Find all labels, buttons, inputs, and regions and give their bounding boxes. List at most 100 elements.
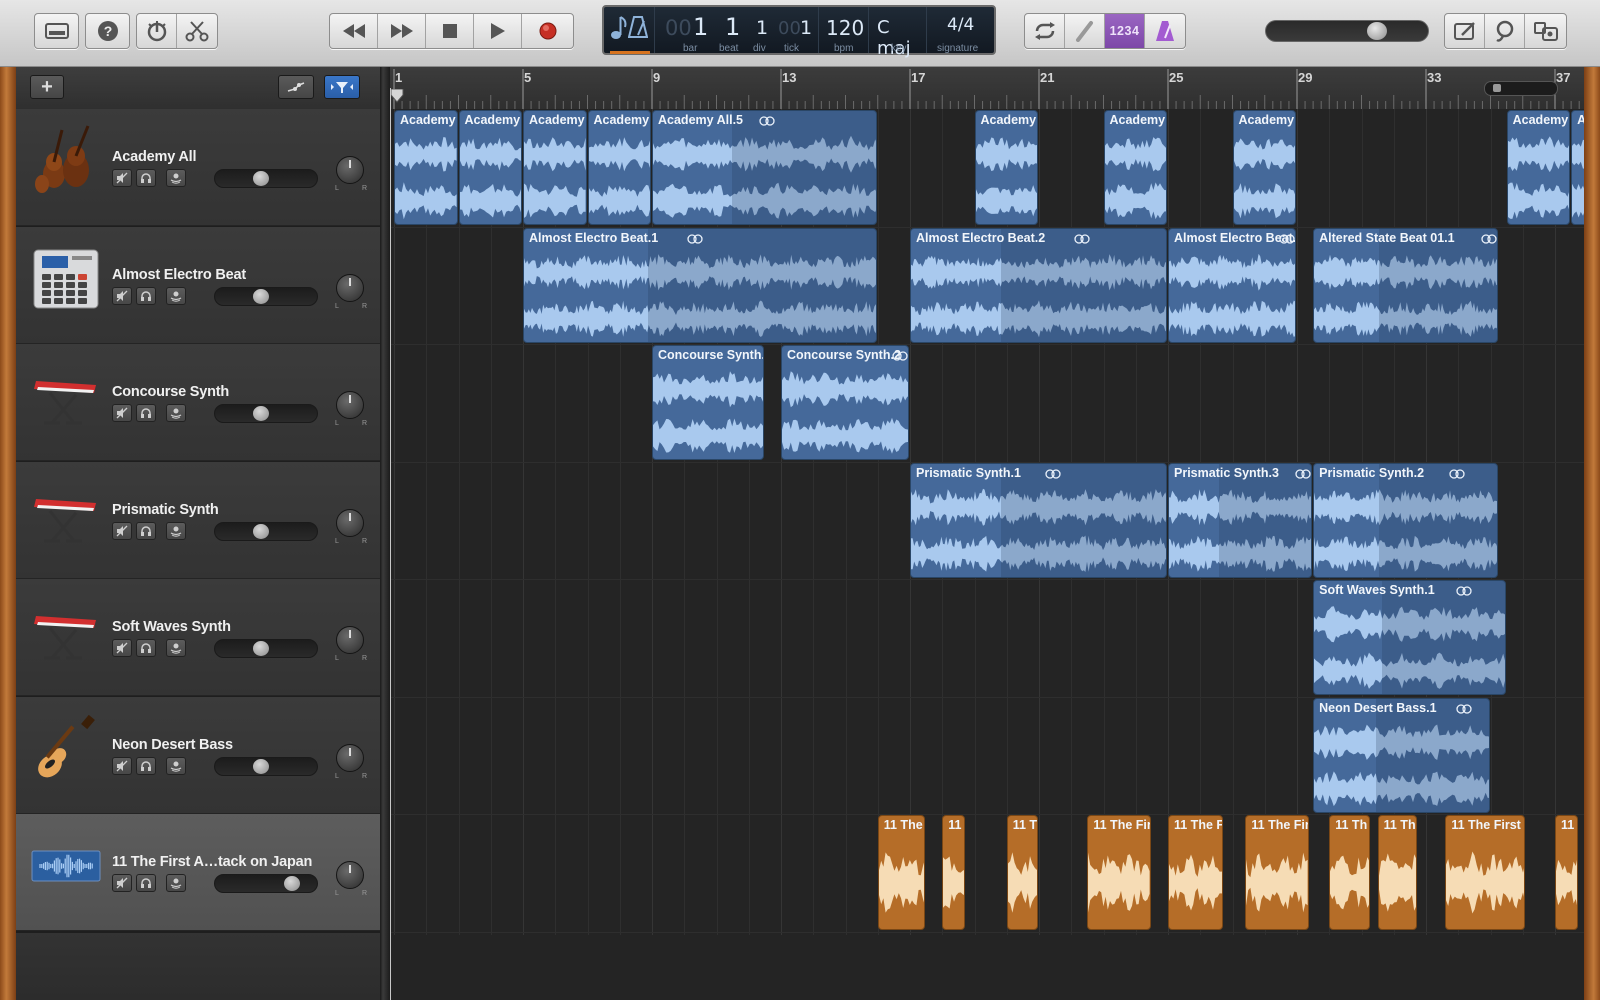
pan-knob[interactable] (336, 156, 364, 184)
track-volume-slider[interactable] (214, 522, 318, 541)
mute-button[interactable] (112, 169, 132, 187)
zoom-slider-thumb[interactable] (1493, 84, 1501, 92)
track-name[interactable]: Soft Waves Synth (112, 619, 231, 635)
region-loop-extension[interactable] (1375, 699, 1489, 812)
editors-button[interactable] (177, 14, 217, 48)
tracks-area[interactable]: Academy Academy Academy Academy Academy All.… (390, 109, 1584, 1000)
smart-controls-button[interactable] (137, 14, 177, 48)
mute-button[interactable] (112, 639, 132, 657)
record-enable-button[interactable] (166, 639, 186, 657)
software-instrument-region[interactable]: A (1571, 110, 1584, 225)
stop-button[interactable] (426, 14, 474, 48)
region-loop-extension[interactable] (1381, 581, 1505, 694)
software-instrument-region[interactable]: Concourse Synth. (652, 345, 764, 460)
loop-browser-button[interactable] (1485, 14, 1525, 48)
track-header[interactable]: Prismatic Synth L R (16, 462, 380, 579)
software-instrument-region[interactable]: Academy (523, 110, 587, 225)
audio-region[interactable]: 11 Th (1377, 815, 1417, 930)
audio-region[interactable]: 11 T (1006, 815, 1038, 930)
track-header[interactable]: Concourse Synth L R (16, 344, 380, 461)
track-volume-slider[interactable] (214, 639, 318, 658)
software-instrument-region[interactable]: Prismatic Synth.1 (910, 463, 1167, 578)
mute-button[interactable] (112, 874, 132, 892)
master-volume-knob[interactable] (1366, 22, 1387, 40)
master-volume-slider[interactable] (1265, 20, 1429, 42)
record-enable-button[interactable] (166, 169, 186, 187)
smart-filter-button[interactable] (324, 75, 360, 99)
track-list-divider[interactable] (380, 67, 390, 1000)
track-name[interactable]: Academy All (112, 149, 197, 165)
track-volume-knob[interactable] (283, 876, 300, 891)
add-track-button[interactable]: + (30, 75, 64, 99)
metronome-button[interactable] (1145, 14, 1185, 48)
software-instrument-region[interactable]: Altered State Beat 01.1 (1313, 228, 1498, 343)
audio-region[interactable]: 11 The Fir (1087, 815, 1151, 930)
record-button[interactable] (522, 14, 573, 48)
count-in-button[interactable]: 1234 (1105, 14, 1145, 48)
track-volume-knob[interactable] (252, 171, 269, 186)
track-name[interactable]: Concourse Synth (112, 384, 229, 400)
audio-region[interactable]: 11 (942, 815, 966, 930)
fast-forward-button[interactable] (378, 14, 426, 48)
track-volume-slider[interactable] (214, 757, 318, 776)
audio-region[interactable]: 11 Th (1329, 815, 1371, 930)
software-instrument-region[interactable]: Academy (587, 110, 651, 225)
region-loop-extension[interactable] (1219, 464, 1312, 577)
track-header-empty-area[interactable] (16, 933, 380, 1000)
cycle-button[interactable] (1025, 14, 1065, 48)
pan-knob[interactable] (336, 391, 364, 419)
track-volume-slider[interactable] (214, 287, 318, 306)
software-instrument-region[interactable]: Soft Waves Synth.1 (1313, 580, 1506, 695)
track-name[interactable]: 11 The First A…tack on Japan (112, 854, 312, 870)
track-header[interactable]: 11 The First A…tack on Japan L R (16, 814, 380, 931)
tuner-button[interactable] (1065, 14, 1105, 48)
software-instrument-region[interactable]: Academy (1232, 110, 1296, 225)
solo-button[interactable] (136, 639, 156, 657)
software-instrument-region[interactable]: Academy (974, 110, 1038, 225)
region-loop-extension[interactable] (647, 229, 876, 342)
track-volume-knob[interactable] (252, 289, 269, 304)
track-name[interactable]: Almost Electro Beat (112, 267, 246, 283)
track-header[interactable]: Soft Waves Synth L R (16, 579, 380, 696)
solo-button[interactable] (136, 757, 156, 775)
solo-button[interactable] (136, 874, 156, 892)
software-instrument-region[interactable]: Almost Electro Beat.2 (910, 228, 1167, 343)
track-volume-slider[interactable] (214, 169, 318, 188)
region-loop-extension[interactable] (1000, 229, 1166, 342)
record-enable-button[interactable] (166, 287, 186, 305)
track-volume-knob[interactable] (252, 641, 269, 656)
track-volume-slider[interactable] (214, 874, 318, 893)
record-enable-button[interactable] (166, 522, 186, 540)
region-loop-extension[interactable] (1000, 464, 1166, 577)
software-instrument-region[interactable]: Academy (394, 110, 458, 225)
solo-button[interactable] (136, 522, 156, 540)
lcd-display[interactable]: 00 1 bar 1 beat 1 div 00 1 tick 120 bpm … (602, 5, 996, 59)
library-button[interactable] (35, 14, 78, 48)
audio-region[interactable]: 11 The Fir (1245, 815, 1309, 930)
record-enable-button[interactable] (166, 404, 186, 422)
media-browser-button[interactable] (1525, 14, 1566, 48)
region-loop-extension[interactable] (1378, 229, 1497, 342)
track-header[interactable]: Almost Electro Beat L R (16, 227, 380, 344)
zoom-slider[interactable] (1484, 81, 1558, 96)
pan-knob[interactable] (336, 744, 364, 772)
software-instrument-region[interactable]: Almost Electro Beat.1 (523, 228, 877, 343)
mute-button[interactable] (112, 287, 132, 305)
software-instrument-region[interactable]: Academy (458, 110, 522, 225)
software-instrument-region[interactable]: Academy All.5 (652, 110, 877, 225)
region-loop-extension[interactable] (731, 111, 876, 224)
software-instrument-region[interactable]: Academy (1506, 110, 1571, 225)
help-button[interactable]: ? (86, 14, 129, 48)
region-loop-extension[interactable] (1378, 464, 1497, 577)
track-header[interactable]: Academy All L R (16, 109, 380, 226)
pan-knob[interactable] (336, 861, 364, 889)
pan-knob[interactable] (336, 626, 364, 654)
track-name[interactable]: Prismatic Synth (112, 502, 219, 518)
track-header[interactable]: Neon Desert Bass L R (16, 697, 380, 814)
mute-button[interactable] (112, 404, 132, 422)
track-volume-knob[interactable] (252, 759, 269, 774)
playhead-handle-icon[interactable] (390, 89, 406, 103)
track-name[interactable]: Neon Desert Bass (112, 737, 233, 753)
track-volume-knob[interactable] (252, 406, 269, 421)
lcd-signature[interactable]: 4/4 signature (926, 7, 995, 54)
